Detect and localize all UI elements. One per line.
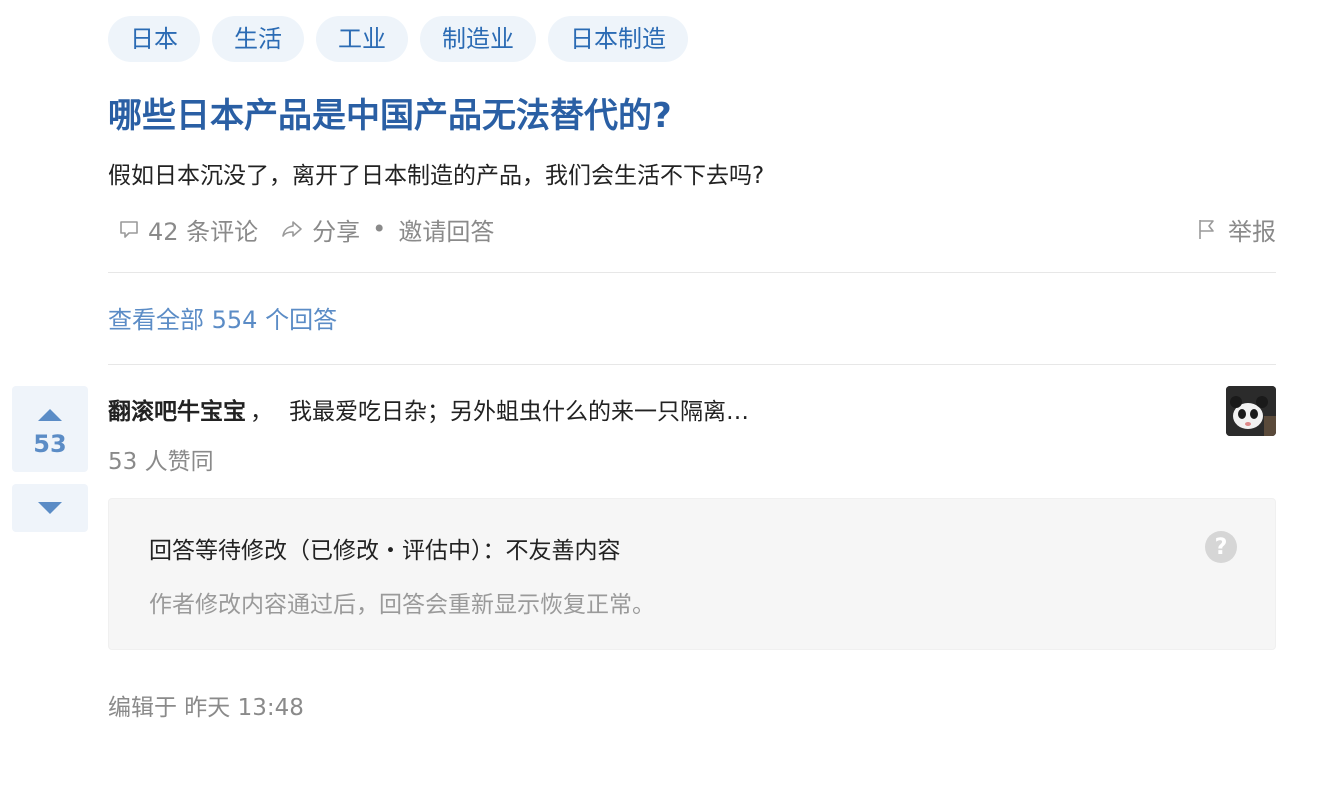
topic-tag[interactable]: 日本: [108, 16, 200, 62]
answer-author[interactable]: 翻滚吧牛宝宝: [108, 399, 246, 425]
comments-label: 42 条评论: [148, 217, 259, 246]
topic-tag[interactable]: 工业: [316, 16, 408, 62]
answer-summary: 翻滚吧牛宝宝， 我最爱吃日杂；另外蛆虫什么的来一只隔离…: [108, 392, 749, 426]
likes-count: 53 人赞同: [108, 449, 214, 475]
share-label: 分享: [312, 217, 361, 246]
topic-tag[interactable]: 制造业: [420, 16, 536, 62]
answer-pending-notice: 回答等待修改（已修改・评估中）：不友善内容 作者修改内容通过后，回答会重新显示恢…: [108, 498, 1276, 650]
comment-icon: [120, 221, 138, 238]
share-button[interactable]: 分享: [280, 212, 360, 247]
author-separator: ，: [250, 399, 273, 425]
avatar[interactable]: [1226, 386, 1276, 436]
vote-count: 53: [33, 430, 67, 458]
report-button[interactable]: 举报: [1196, 208, 1276, 250]
answer-excerpt[interactable]: 我最爱吃日杂；另外蛆虫什么的来一只隔离…: [289, 399, 749, 425]
topic-tags: 日本 生活 工业 制造业 日本制造: [108, 16, 688, 62]
invite-answer-button[interactable]: 邀请回答: [398, 212, 494, 247]
comments-button[interactable]: 42 条评论: [118, 212, 258, 247]
divider: [108, 364, 1276, 365]
flag-icon: [1199, 220, 1214, 239]
question-title[interactable]: 哪些日本产品是中国产品无法替代的?: [108, 88, 672, 137]
notice-title: 回答等待修改（已修改・评估中）：不友善内容: [149, 538, 621, 564]
share-icon: [282, 221, 302, 237]
question-meta: 42 条评论 分享 • 邀请回答 举报: [118, 208, 1276, 250]
question-page: 日本 生活 工业 制造业 日本制造 哪些日本产品是中国产品无法替代的? 假如日本…: [0, 0, 1334, 786]
report-label: 举报: [1228, 217, 1276, 246]
help-icon[interactable]: ?: [1205, 531, 1237, 563]
vote-up-button[interactable]: 53: [12, 386, 88, 472]
vote-down-icon: [38, 502, 62, 514]
edited-timestamp[interactable]: 编辑于 昨天 13:48: [108, 688, 304, 722]
topic-tag[interactable]: 日本制造: [548, 16, 688, 62]
vote-up-icon: [38, 409, 62, 421]
question-detail: 假如日本沉没了，离开了日本制造的产品，我们会生活不下去吗?: [108, 163, 765, 189]
vote-down-button[interactable]: [12, 484, 88, 532]
notice-body: 作者修改内容通过后，回答会重新显示恢复正常。: [149, 592, 655, 618]
divider: [108, 272, 1276, 273]
view-all-answers-link[interactable]: 查看全部 554 个回答: [108, 300, 337, 335]
meta-dot: •: [372, 215, 387, 243]
topic-tag[interactable]: 生活: [212, 16, 304, 62]
